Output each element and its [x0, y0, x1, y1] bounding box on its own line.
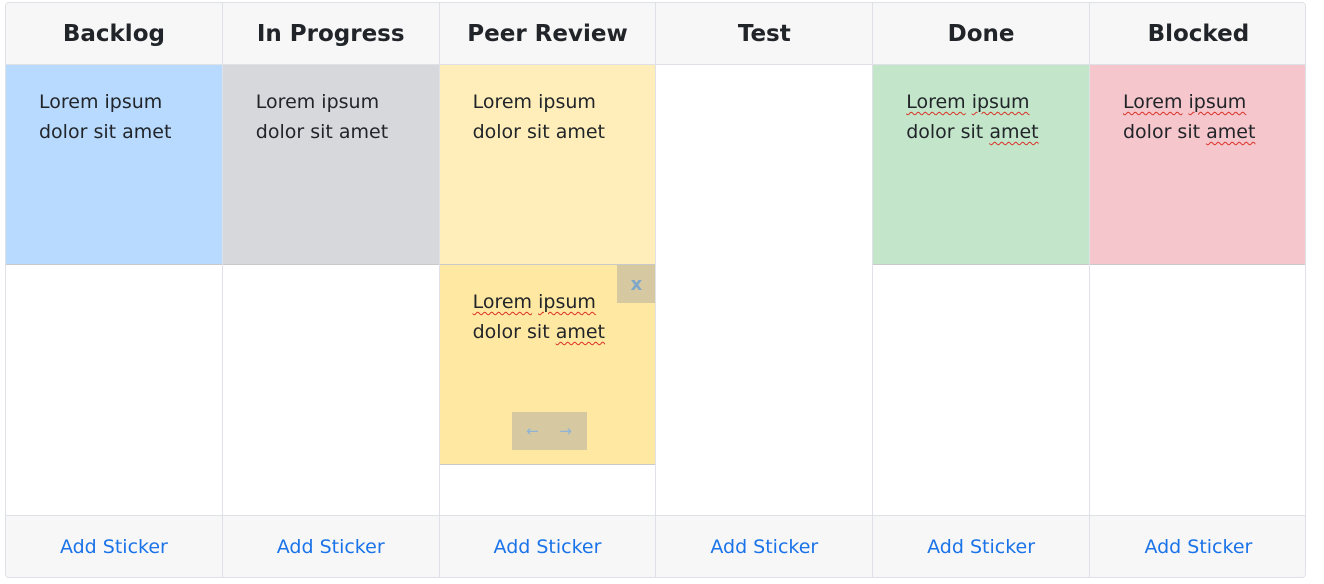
column-backlog: Backlog Lorem ipsum dolor sit amet Add S… — [6, 3, 223, 577]
sticker-word: amet — [555, 321, 606, 343]
column-header: In Progress — [222, 3, 439, 65]
column-header: Peer Review — [439, 3, 656, 65]
sticker-text[interactable]: Lorem ipsum dolor sit amet — [39, 87, 189, 147]
column-header: Blocked — [1089, 3, 1305, 65]
sticker-text[interactable]: Lorem ipsum dolor sit amet — [256, 87, 406, 147]
move-left-icon[interactable]: ← — [520, 422, 545, 440]
close-icon: x — [630, 273, 643, 295]
sticker-word: amet — [989, 121, 1039, 143]
add-sticker-button[interactable]: Add Sticker — [488, 535, 608, 559]
sticker-line: Lorem ipsum — [255, 91, 380, 113]
sticker-word: dolor sit — [906, 121, 984, 143]
column-in-progress: In Progress Lorem ipsum dolor sit amet A… — [222, 3, 440, 577]
sticker[interactable]: Lorem ipsum dolor sit amet — [439, 65, 656, 265]
add-sticker-button[interactable]: Add Sticker — [704, 535, 824, 559]
column-body — [656, 65, 872, 515]
kanban-board: Backlog Lorem ipsum dolor sit amet Add S… — [5, 2, 1306, 578]
column-footer: Add Sticker — [656, 515, 873, 577]
sticker-line: Lorem ipsum — [472, 91, 596, 113]
sticker-text[interactable]: Lorem ipsum dolor sit amet — [473, 287, 623, 347]
column-header: Test — [656, 3, 873, 65]
add-sticker-button[interactable]: Add Sticker — [271, 535, 391, 559]
sticker-active[interactable]: Lorem ipsum dolor sit amet x ← → — [439, 265, 656, 465]
column-test: Test Add Sticker — [656, 3, 874, 577]
move-controls: ← → — [511, 412, 587, 450]
sticker-line: dolor sit amet — [255, 121, 389, 143]
column-body: Lorem ipsum dolor sit amet — [873, 65, 1089, 515]
column-footer: Add Sticker — [6, 515, 222, 577]
sticker-line: Lorem ipsum — [39, 91, 163, 113]
column-body: Lorem ipsum dolor sit amet Lorem ipsum d… — [439, 65, 656, 515]
add-sticker-button[interactable]: Add Sticker — [921, 535, 1041, 559]
column-done: Done Lorem ipsum dolor sit amet Add Stic… — [873, 3, 1090, 577]
add-sticker-button[interactable]: Add Sticker — [1138, 535, 1258, 559]
sticker-word: Lorem — [472, 291, 533, 313]
column-footer: Add Sticker — [222, 515, 439, 577]
column-body: Lorem ipsum dolor sit amet — [1089, 65, 1305, 515]
column-header: Done — [873, 3, 1089, 65]
column-header: Backlog — [6, 3, 222, 65]
column-footer: Add Sticker — [873, 515, 1089, 577]
sticker[interactable]: Lorem ipsum dolor sit amet — [1089, 65, 1305, 265]
close-sticker-button[interactable]: x — [617, 265, 656, 303]
sticker-word: Lorem — [906, 91, 966, 113]
sticker-word: Lorem — [1122, 91, 1183, 113]
add-sticker-button[interactable]: Add Sticker — [54, 535, 174, 559]
column-footer: Add Sticker — [1089, 515, 1305, 577]
sticker-word: dolor sit — [472, 321, 550, 343]
column-body: Lorem ipsum dolor sit amet — [222, 65, 439, 515]
sticker-text[interactable]: Lorem ipsum dolor sit amet — [1123, 87, 1273, 147]
sticker-text[interactable]: Lorem ipsum dolor sit amet — [473, 87, 623, 147]
sticker-text[interactable]: Lorem ipsum dolor sit amet — [906, 87, 1056, 147]
sticker-word: ipsum — [971, 91, 1030, 113]
sticker-word: dolor sit — [1122, 121, 1201, 143]
sticker-word: ipsum — [538, 291, 596, 313]
column-blocked: Blocked Lorem ipsum dolor sit amet Add S… — [1089, 3, 1305, 577]
column-body: Lorem ipsum dolor sit amet — [6, 65, 222, 515]
sticker[interactable]: Lorem ipsum dolor sit amet — [222, 65, 439, 265]
sticker-line: dolor sit amet — [472, 121, 605, 143]
sticker-line: dolor sit amet — [39, 121, 172, 143]
sticker-word: amet — [1206, 121, 1256, 143]
sticker[interactable]: Lorem ipsum dolor sit amet — [6, 65, 222, 265]
column-footer: Add Sticker — [439, 515, 656, 577]
sticker-word: ipsum — [1188, 91, 1247, 113]
move-right-icon[interactable]: → — [553, 422, 578, 440]
column-peer-review: Peer Review Lorem ipsum dolor sit amet L… — [439, 3, 657, 577]
sticker[interactable]: Lorem ipsum dolor sit amet — [873, 65, 1089, 265]
